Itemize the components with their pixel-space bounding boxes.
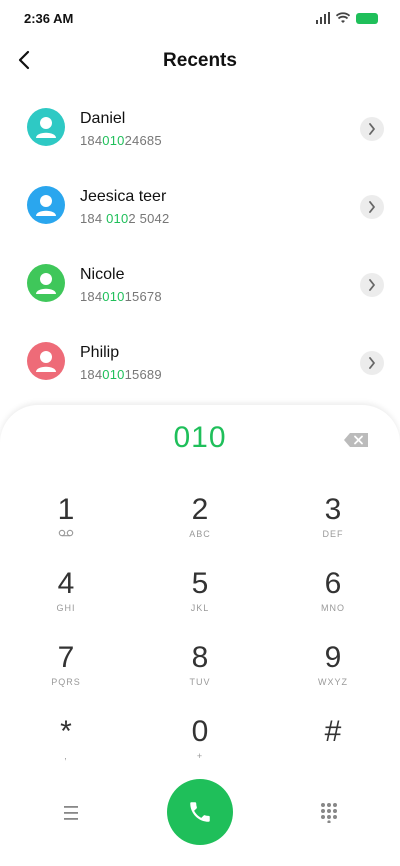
contact-number: 184 0102 5042 (80, 211, 170, 226)
contact-details-button[interactable] (360, 351, 384, 375)
key-1[interactable]: 1 (11, 493, 121, 557)
chevron-right-icon (369, 123, 375, 135)
contact-number: 18401015689 (80, 367, 162, 382)
contact-details-button[interactable] (360, 117, 384, 141)
key-4[interactable]: 4 GHI (11, 567, 121, 631)
key-8[interactable]: 8 TUV (145, 641, 255, 705)
key-0[interactable]: 0 + (145, 715, 255, 779)
contact-row-jeesica-teer[interactable]: Jeesica teer 184 0102 5042 (0, 168, 400, 246)
person-icon (36, 273, 56, 294)
backspace-icon[interactable] (344, 433, 368, 447)
signal-icon (316, 12, 330, 24)
page-title: Recents (163, 50, 237, 71)
status-time: 2:36 AM (24, 11, 74, 26)
chevron-right-icon (369, 201, 375, 213)
contact-details-button[interactable] (360, 195, 384, 219)
key-3[interactable]: 3 DEF (278, 493, 388, 557)
phone-icon (190, 802, 210, 822)
dialpad-toggle-icon[interactable] (318, 801, 340, 823)
key-7[interactable]: 7 PQRS (11, 641, 121, 705)
key-5[interactable]: 5 JKL (145, 567, 255, 631)
chevron-right-icon (369, 357, 375, 369)
contact-name: Philip (80, 344, 120, 361)
key-6[interactable]: 6 MNO (278, 567, 388, 631)
contact-number: 18401015678 (80, 289, 162, 304)
voicemail-icon (58, 529, 74, 537)
call-button[interactable] (167, 779, 233, 845)
header: Recents (0, 36, 400, 84)
avatar (27, 264, 65, 302)
avatar (27, 342, 65, 380)
contact-details-button[interactable] (360, 273, 384, 297)
key-9[interactable]: 9 WXYZ (278, 641, 388, 705)
recents-list: Daniel 18401024685 Jeesica teer 184 0102… (0, 90, 400, 402)
contact-row-daniel[interactable]: Daniel 18401024685 (0, 90, 400, 168)
chevron-right-icon (369, 279, 375, 291)
dialed-number[interactable]: 010 (0, 421, 400, 455)
contact-name: Jeesica teer (80, 188, 167, 205)
person-icon (36, 195, 56, 216)
contact-name: Daniel (80, 110, 126, 127)
avatar (27, 108, 65, 146)
wifi-icon (336, 12, 350, 23)
key-hash[interactable]: # (278, 715, 388, 779)
dialpad-actions (0, 777, 400, 857)
menu-icon[interactable] (60, 803, 82, 823)
status-bar: 2:36 AM (0, 0, 400, 36)
dialpad-panel: 010 1 2 ABC 3 DEF 4 GHI 5 JKL 6 MNO 7 PQ… (0, 405, 400, 866)
contact-name: Nicole (80, 266, 125, 283)
contact-row-nicole[interactable]: Nicole 18401015678 (0, 246, 400, 324)
key-star[interactable]: * , (11, 715, 121, 779)
key-2[interactable]: 2 ABC (145, 493, 255, 557)
person-icon (36, 351, 56, 372)
status-icons (316, 11, 378, 25)
contact-number: 18401024685 (80, 133, 162, 148)
person-icon (36, 117, 56, 138)
contact-row-philip[interactable]: Philip 18401015689 (0, 324, 400, 402)
battery-icon (356, 12, 378, 24)
avatar (27, 186, 65, 224)
